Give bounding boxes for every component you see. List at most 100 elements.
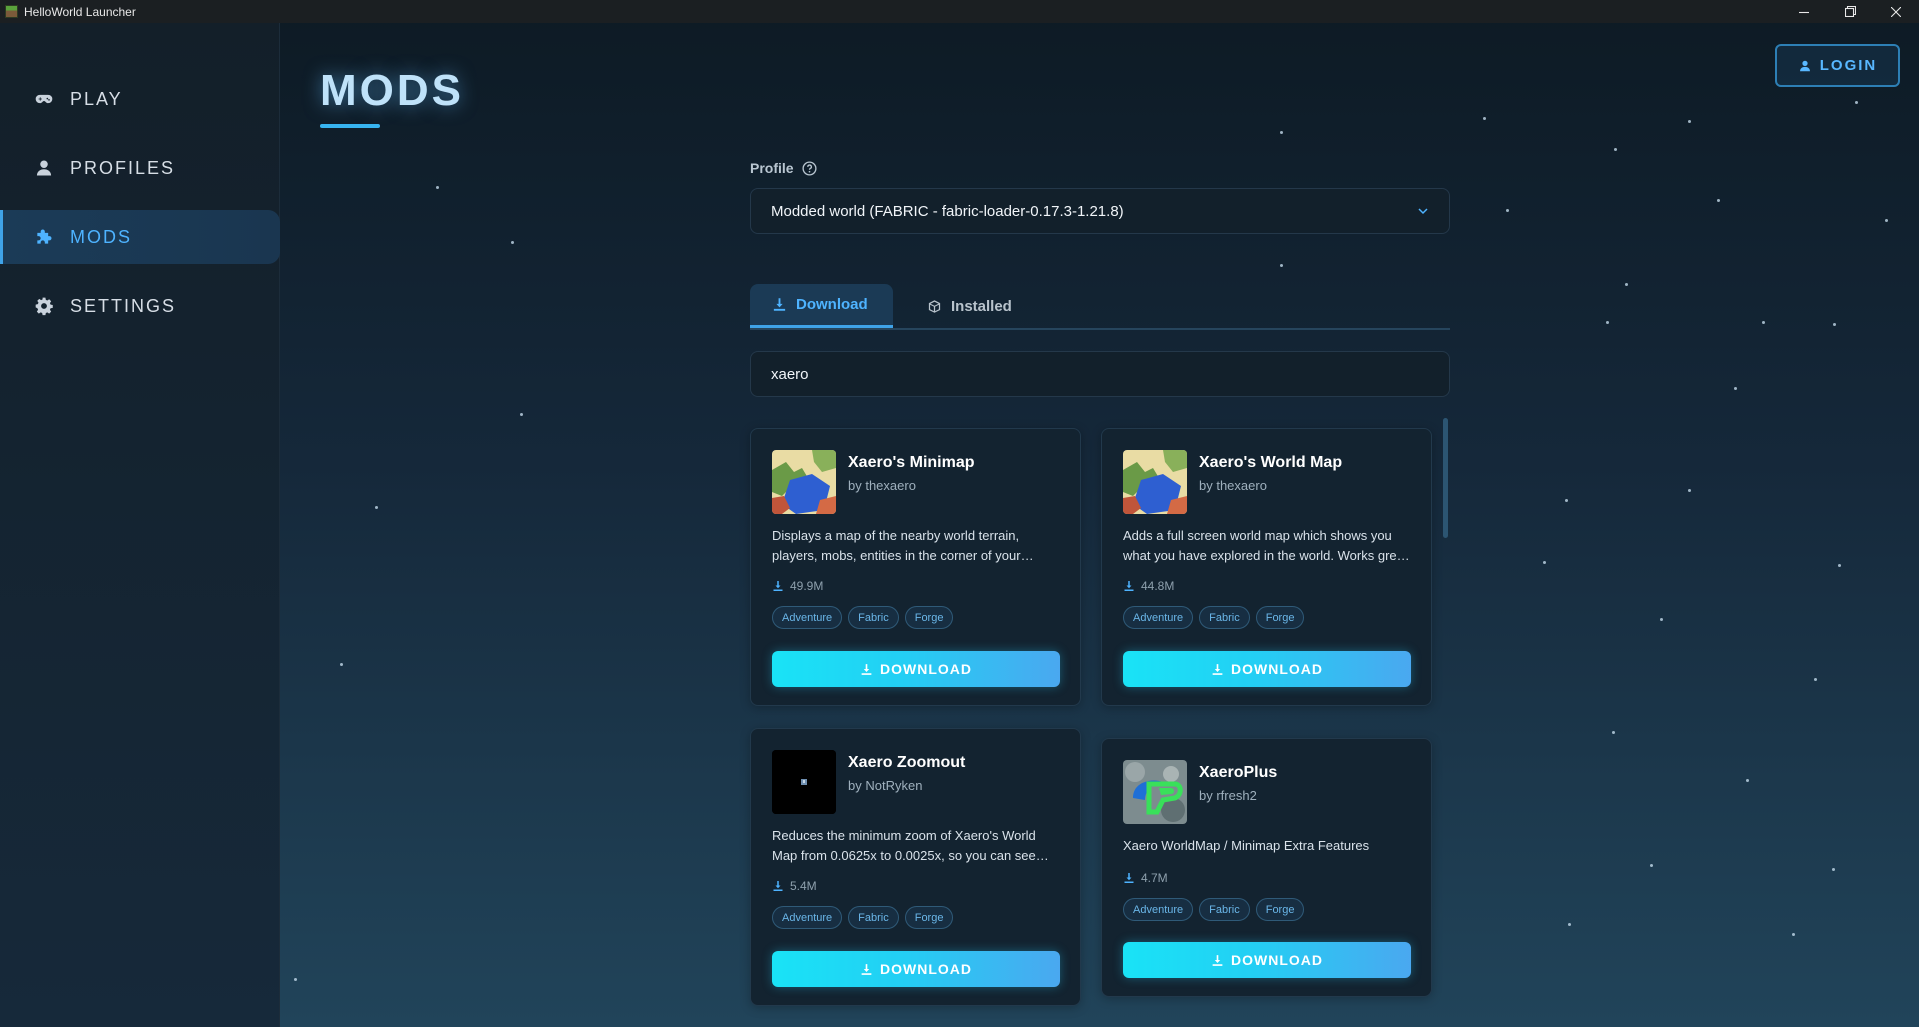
mod-description: Xaero WorldMap / Minimap Extra Features (1123, 838, 1370, 853)
tag-forge[interactable]: Forge (904, 906, 954, 929)
download-icon (1212, 954, 1223, 966)
restore-button[interactable] (1827, 0, 1873, 23)
minimize-button[interactable] (1781, 0, 1827, 23)
user-icon (36, 160, 52, 176)
tag-fabric[interactable]: Fabric (848, 606, 899, 629)
window-titlebar: HelloWorld Launcher (0, 0, 1919, 23)
tag-forge[interactable]: Forge (1255, 606, 1305, 629)
sidebar-item-play[interactable]: PLAY (0, 72, 280, 126)
tag-adventure[interactable]: Adventure (1123, 606, 1194, 629)
mod-author: by thexaero (1199, 478, 1267, 493)
tag-adventure[interactable]: Adventure (772, 906, 843, 929)
mod-downloads: 5.4M (772, 879, 817, 893)
mod-title[interactable]: Xaero's World Map (1199, 454, 1342, 472)
mod-card: Xaero's World Map by thexaero Adds a ful… (1101, 428, 1432, 706)
download-icon (773, 881, 783, 891)
mod-description: Displays a map of the nearby world terra… (772, 528, 1021, 563)
sidebar-item-label: PLAY (70, 88, 123, 109)
restore-icon (1844, 6, 1856, 17)
download-icon (773, 581, 783, 591)
starfield-background (280, 23, 1919, 1027)
minimize-icon (1799, 11, 1809, 13)
download-icon (861, 963, 872, 975)
profile-select-value: Modded world (FABRIC - fabric-loader-0.1… (771, 202, 1124, 220)
download-button[interactable]: DOWNLOAD (772, 651, 1060, 687)
close-icon (1891, 6, 1901, 17)
app-logo-icon (5, 5, 18, 18)
help-icon[interactable] (802, 160, 817, 176)
tag-fabric[interactable]: Fabric (1199, 898, 1250, 921)
sidebar-item-mods[interactable]: MODS (0, 210, 280, 264)
mod-description: Adds a full screen world map which shows… (1123, 528, 1408, 563)
mod-downloads: 49.9M (772, 579, 823, 593)
mods-tabs: Download Installed (750, 284, 1450, 330)
mod-tags: Adventure Fabric Forge (772, 606, 954, 629)
download-button-label: DOWNLOAD (880, 661, 972, 677)
sidebar-item-label: MODS (70, 226, 132, 247)
mod-downloads: 44.8M (1123, 579, 1174, 593)
sidebar-item-label: SETTINGS (70, 295, 177, 316)
login-label: LOGIN (1819, 57, 1878, 74)
sidebar-item-label: PROFILES (70, 157, 176, 178)
chevron-down-icon (1418, 208, 1428, 215)
window-title: HelloWorld Launcher (24, 4, 136, 19)
download-button-label: DOWNLOAD (1231, 661, 1323, 677)
scrollbar-thumb[interactable] (1443, 418, 1448, 538)
close-button[interactable] (1873, 0, 1919, 23)
title-underline (320, 124, 380, 128)
download-button[interactable]: DOWNLOAD (772, 951, 1060, 987)
mod-author: by NotRyken (848, 778, 923, 793)
page-title: MODS (320, 66, 464, 115)
mod-card: Xaero's Minimap by thexaero Displays a m… (750, 428, 1081, 706)
mod-author: by thexaero (848, 478, 916, 493)
mod-title[interactable]: Xaero Zoomout (848, 754, 965, 772)
download-button-label: DOWNLOAD (1231, 952, 1323, 968)
download-button[interactable]: DOWNLOAD (1123, 942, 1411, 978)
download-icon (1124, 873, 1134, 883)
dark-thumbnail-icon (772, 750, 836, 814)
xaeroplus-thumbnail-icon (1123, 760, 1187, 824)
mod-tags: Adventure Fabric Forge (772, 906, 954, 929)
tab-download[interactable]: Download (750, 284, 893, 328)
tag-adventure[interactable]: Adventure (772, 606, 843, 629)
download-icon (1124, 581, 1134, 591)
download-button-label: DOWNLOAD (880, 961, 972, 977)
tag-forge[interactable]: Forge (1255, 898, 1305, 921)
mod-downloads-count: 49.9M (790, 579, 824, 593)
sidebar-item-settings[interactable]: SETTINGS (0, 279, 280, 333)
user-icon (1799, 60, 1810, 71)
mod-tags: Adventure Fabric Forge (1123, 898, 1305, 921)
mod-description: Reduces the minimum zoom of Xaero's Worl… (772, 828, 1036, 863)
mod-title[interactable]: XaeroPlus (1199, 764, 1277, 782)
window-controls (1781, 0, 1919, 23)
mod-downloads-count: 4.7M (1141, 871, 1168, 885)
download-button[interactable]: DOWNLOAD (1123, 651, 1411, 687)
mod-author: by rfresh2 (1199, 788, 1257, 803)
map-thumbnail-icon (1123, 450, 1187, 514)
profile-select[interactable]: Modded world (FABRIC - fabric-loader-0.1… (750, 188, 1450, 234)
download-icon (773, 298, 786, 311)
gamepad-icon (35, 94, 53, 104)
tag-fabric[interactable]: Fabric (1199, 606, 1250, 629)
tab-download-label: Download (796, 296, 868, 313)
mod-downloads: 4.7M (1123, 871, 1168, 885)
search-input[interactable] (750, 351, 1450, 397)
mod-card: XaeroPlus by rfresh2 Xaero WorldMap / Mi… (1101, 738, 1432, 997)
login-button[interactable]: LOGIN (1775, 44, 1900, 87)
tag-fabric[interactable]: Fabric (848, 906, 899, 929)
gear-icon (35, 297, 53, 316)
mod-title[interactable]: Xaero's Minimap (848, 454, 975, 472)
tab-installed-label: Installed (951, 297, 1012, 315)
profile-label: Profile (750, 160, 817, 176)
map-thumbnail-icon (772, 450, 836, 514)
tab-installed[interactable]: Installed (927, 284, 1012, 328)
mod-tags: Adventure Fabric Forge (1123, 606, 1305, 629)
mod-card: Xaero Zoomout by NotRyken Reduces the mi… (750, 728, 1081, 1006)
download-icon (861, 663, 872, 675)
sidebar-item-profiles[interactable]: PROFILES (0, 141, 280, 195)
mod-downloads-count: 44.8M (1141, 579, 1175, 593)
download-icon (1212, 663, 1223, 675)
tag-adventure[interactable]: Adventure (1123, 898, 1194, 921)
profile-label-text: Profile (750, 160, 794, 176)
tag-forge[interactable]: Forge (904, 606, 954, 629)
